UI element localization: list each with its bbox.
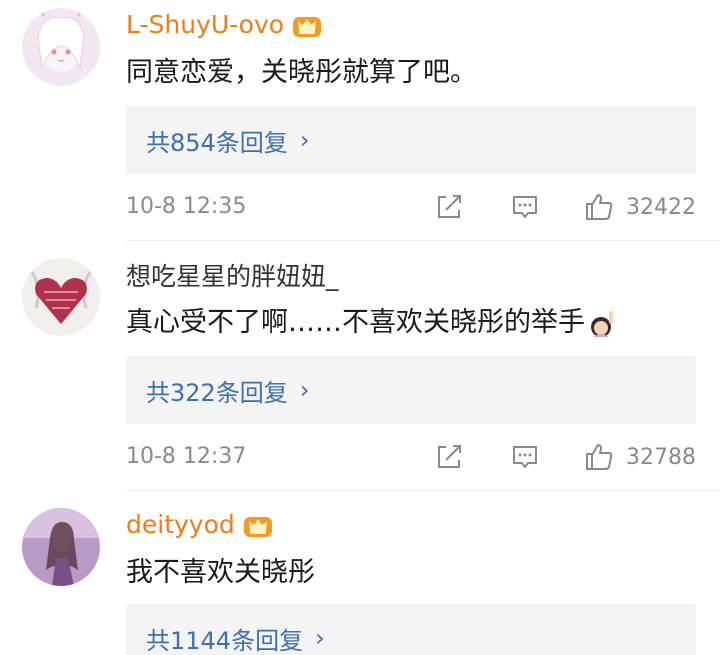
share-button[interactable]	[434, 190, 464, 224]
comment-bubble-icon	[513, 196, 537, 218]
comment-meta: 10-8 12:35 32422	[126, 190, 696, 224]
replies-link[interactable]: 共322条回复 ›	[126, 356, 696, 424]
comment-text-content: 我不喜欢关晓彤	[126, 557, 315, 588]
chevron-right-icon: ›	[315, 624, 325, 652]
replies-link[interactable]: 共854条回复 ›	[126, 106, 696, 174]
comment-text: 我不喜欢关晓彤	[126, 556, 315, 590]
comment-text: 真心受不了啊……不喜欢关晓彤的举手	[126, 306, 619, 340]
avatar[interactable]	[22, 8, 100, 86]
comment-bubble-icon	[513, 446, 537, 468]
username[interactable]: L-ShuyU-ovo	[126, 10, 322, 40]
divider	[126, 240, 720, 241]
avatar-image	[22, 508, 100, 586]
avatar-image	[22, 8, 100, 86]
thumbs-up-icon	[586, 444, 613, 470]
like-count: 32422	[626, 194, 696, 220]
comment-text-content: 同意恋爱，关晓彤就算了吧。	[126, 57, 477, 88]
raised-hand-emoji	[591, 311, 613, 337]
replies-count-label[interactable]: 共854条回复	[146, 123, 288, 158]
comment-button[interactable]	[510, 190, 540, 224]
chevron-right-icon: ›	[299, 126, 310, 154]
like-count: 32788	[626, 444, 696, 470]
username-text[interactable]: 想吃星星的胖妞妞_	[126, 262, 339, 292]
avatar[interactable]	[22, 508, 100, 586]
share-button[interactable]	[434, 440, 464, 474]
username[interactable]: 想吃星星的胖妞妞_	[126, 262, 339, 292]
comment-text: 同意恋爱，关晓彤就算了吧。	[126, 56, 477, 90]
username-text[interactable]: L-ShuyU-ovo	[126, 10, 284, 40]
avatar[interactable]	[22, 258, 100, 336]
divider	[126, 490, 720, 491]
replies-count-label[interactable]: 共1144条回复	[146, 621, 303, 655]
replies-link[interactable]: 共1144条回复 ›	[126, 604, 696, 655]
like-button[interactable]: 32422	[584, 190, 696, 224]
timestamp: 10-8 12:35	[126, 194, 247, 219]
comment-text-content: 真心受不了啊……不喜欢关晓彤的举手	[126, 307, 585, 338]
avatar-image	[22, 258, 100, 336]
comment-meta: 10-8 12:37 32788	[126, 440, 696, 474]
crown-badge-icon	[243, 517, 272, 537]
comment-button[interactable]	[510, 440, 540, 474]
crown-badge-icon	[293, 17, 322, 37]
thumbs-up-icon	[586, 194, 613, 220]
like-button[interactable]: 32788	[584, 440, 696, 474]
timestamp: 10-8 12:37	[126, 444, 247, 469]
username[interactable]: deityyod	[126, 510, 273, 540]
chevron-right-icon: ›	[299, 376, 310, 404]
share-edit-icon	[438, 445, 461, 468]
replies-count-label[interactable]: 共322条回复	[146, 373, 288, 408]
username-text[interactable]: deityyod	[126, 510, 235, 540]
share-edit-icon	[438, 195, 461, 218]
